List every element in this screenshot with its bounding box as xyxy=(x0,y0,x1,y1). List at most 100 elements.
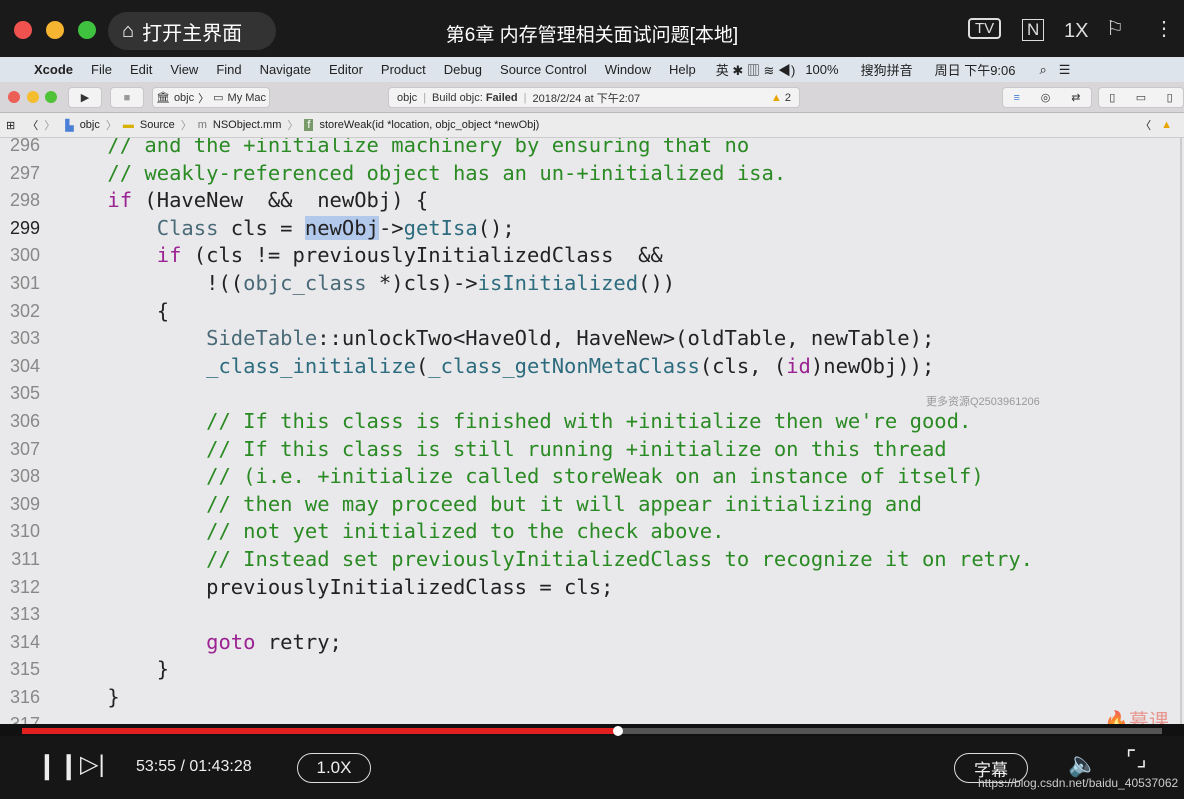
code-token: (HaveNew && newObj) { xyxy=(132,188,429,213)
mac-menu-bar: Xcode File Edit View Find Navigate Edito… xyxy=(0,57,1184,82)
line-number[interactable]: 306 xyxy=(0,408,40,436)
version-editor-icon[interactable]: ⇄ xyxy=(1071,91,1080,104)
code-line: 304 _class_initialize(_class_getNonMetaC… xyxy=(0,353,1180,381)
breadcrumb-project[interactable]: objc xyxy=(80,119,100,131)
code-text: SideTable::unlockTwo<HaveOld, HaveNew>(o… xyxy=(58,325,934,353)
line-number[interactable]: 308 xyxy=(0,463,40,491)
menu-debug[interactable]: Debug xyxy=(444,62,482,77)
status-icons: 英 ✱ ▥ ≋ ◀) xyxy=(715,63,796,78)
menu-source-control[interactable]: Source Control xyxy=(500,62,587,77)
prev-issue-button[interactable]: 〈 xyxy=(1140,117,1151,133)
line-number[interactable]: 312 xyxy=(0,574,40,602)
player-controls: ❙❙ ▷| 53:55 / 01:43:28 1.0X 字幕 🔈 ⌜⌟ http… xyxy=(0,736,1184,799)
related-items-icon[interactable]: ⊞ xyxy=(6,119,15,132)
xcode-minimize-button[interactable] xyxy=(27,91,39,103)
speed-button[interactable]: 1.0X xyxy=(297,753,371,783)
line-number[interactable]: 297 xyxy=(0,160,40,188)
code-token: if xyxy=(107,188,133,213)
project-icon: ▙ xyxy=(65,119,74,132)
line-number[interactable]: 300 xyxy=(0,242,40,270)
back-button[interactable]: 〈 xyxy=(27,117,38,133)
code-token: previouslyInitializedClass = cls; xyxy=(58,574,614,599)
line-number[interactable]: 313 xyxy=(0,601,40,629)
line-number[interactable]: 309 xyxy=(0,491,40,519)
clock[interactable]: 周日 下午9:06 xyxy=(935,60,1016,79)
code-token: // weakly-referenced object has an un-+i… xyxy=(107,160,787,185)
utilities-toggle-icon[interactable]: ▯ xyxy=(1167,91,1173,104)
line-number[interactable]: 304 xyxy=(0,353,40,381)
code-token: ()) xyxy=(638,270,676,295)
tv-cast-icon[interactable]: TV xyxy=(968,18,1002,39)
line-number[interactable]: 315 xyxy=(0,656,40,684)
code-text: // then we may proceed but it will appea… xyxy=(58,491,922,519)
xcode-close-button[interactable] xyxy=(8,91,20,103)
breadcrumb-function[interactable]: storeWeak(id *location, objc_object *new… xyxy=(319,119,539,131)
speed-top-button[interactable]: 1X xyxy=(1064,20,1088,43)
progress-handle[interactable] xyxy=(613,726,624,736)
line-number[interactable]: 316 xyxy=(0,684,40,712)
breadcrumb-file[interactable]: NSObject.mm xyxy=(213,119,281,131)
more-icon[interactable]: ⋮ xyxy=(1154,16,1174,41)
run-button[interactable]: ▶ xyxy=(68,87,102,108)
forward-button[interactable]: 〉 xyxy=(44,117,55,133)
line-number[interactable]: 305 xyxy=(0,380,40,408)
destination-label: My Mac xyxy=(227,91,267,104)
code-line: 316 } xyxy=(0,684,1180,712)
list-icon[interactable]: ☰ xyxy=(1059,62,1071,78)
navigator-toggle-icon[interactable]: ▯ xyxy=(1109,91,1115,104)
line-number[interactable]: 303 xyxy=(0,325,40,353)
code-token: // not yet initialized to the check abov… xyxy=(206,519,725,544)
notes-button[interactable]: N xyxy=(1022,19,1045,41)
menu-find[interactable]: Find xyxy=(216,62,241,77)
menu-window[interactable]: Window xyxy=(605,62,651,77)
jump-bar: ⊞ 〈 〉 ▙ objc 〉 ▬ Source 〉 m NSObject.mm 〉 f sto… xyxy=(0,113,1184,138)
menu-xcode[interactable]: Xcode xyxy=(34,62,73,77)
next-icon[interactable]: ▷| xyxy=(80,750,105,779)
ime-label[interactable]: 搜狗拼音 xyxy=(861,60,913,79)
scheme-selector[interactable]: 🏛 objc 〉 ▭ My Mac xyxy=(152,87,270,108)
xcode-toolbar: ▶ ■ 🏛 objc 〉 ▭ My Mac objc | Build objc: Faile… xyxy=(0,82,1184,113)
menu-file[interactable]: File xyxy=(91,62,112,77)
menu-navigate[interactable]: Navigate xyxy=(260,62,311,77)
line-number[interactable]: 307 xyxy=(0,436,40,464)
code-text: // not yet initialized to the check abov… xyxy=(58,518,724,546)
line-number[interactable]: 301 xyxy=(0,270,40,298)
code-line: 298 if (HaveNew && newObj) { xyxy=(0,187,1180,215)
line-number[interactable]: 296 xyxy=(0,138,40,160)
menu-editor[interactable]: Editor xyxy=(329,62,363,77)
volume-icon[interactable]: 🔈 xyxy=(1068,750,1098,779)
pin-icon[interactable]: ⚐ xyxy=(1106,16,1124,41)
line-number[interactable]: 311 xyxy=(0,546,40,574)
line-number[interactable]: 310 xyxy=(0,518,40,546)
code-line: 296 // and the +initialize machinery by … xyxy=(0,138,1180,160)
line-number[interactable]: 317 xyxy=(0,711,40,724)
assistant-editor-icon[interactable]: ◎ xyxy=(1041,91,1051,104)
spotlight-icon[interactable]: ⌕ xyxy=(1040,62,1047,78)
code-token: // and the +initialize machinery by ensu… xyxy=(107,138,750,157)
issue-warning-icon[interactable]: ▲ xyxy=(1161,119,1172,131)
menu-help[interactable]: Help xyxy=(669,62,696,77)
code-token: *)cls)-> xyxy=(366,270,478,295)
line-number[interactable]: 302 xyxy=(0,298,40,326)
line-number[interactable]: 299 xyxy=(0,215,40,243)
pause-icon[interactable]: ❙❙ xyxy=(36,750,80,781)
stop-button[interactable]: ■ xyxy=(110,87,144,108)
code-editor[interactable]: 296 // and the +initialize machinery by … xyxy=(0,138,1184,724)
menu-edit[interactable]: Edit xyxy=(130,62,152,77)
video-progress-bar[interactable] xyxy=(22,726,1162,736)
progress-fill xyxy=(22,728,619,734)
code-token: SideTable xyxy=(206,326,318,351)
warning-icon[interactable]: ▲ 2 xyxy=(771,92,791,104)
line-number[interactable]: 298 xyxy=(0,187,40,215)
menu-view[interactable]: View xyxy=(170,62,198,77)
breadcrumb-folder[interactable]: Source xyxy=(140,119,175,131)
menu-product[interactable]: Product xyxy=(381,62,426,77)
editor-scrollbar[interactable] xyxy=(1180,138,1182,724)
debug-area-toggle-icon[interactable]: ▭ xyxy=(1136,91,1146,104)
standard-editor-icon[interactable]: ≡ xyxy=(1013,92,1019,104)
fullscreen-icon[interactable]: ⌜⌟ xyxy=(1126,746,1147,772)
xcode-zoom-button[interactable] xyxy=(45,91,57,103)
code-token: { xyxy=(58,298,170,323)
line-number[interactable]: 314 xyxy=(0,629,40,657)
